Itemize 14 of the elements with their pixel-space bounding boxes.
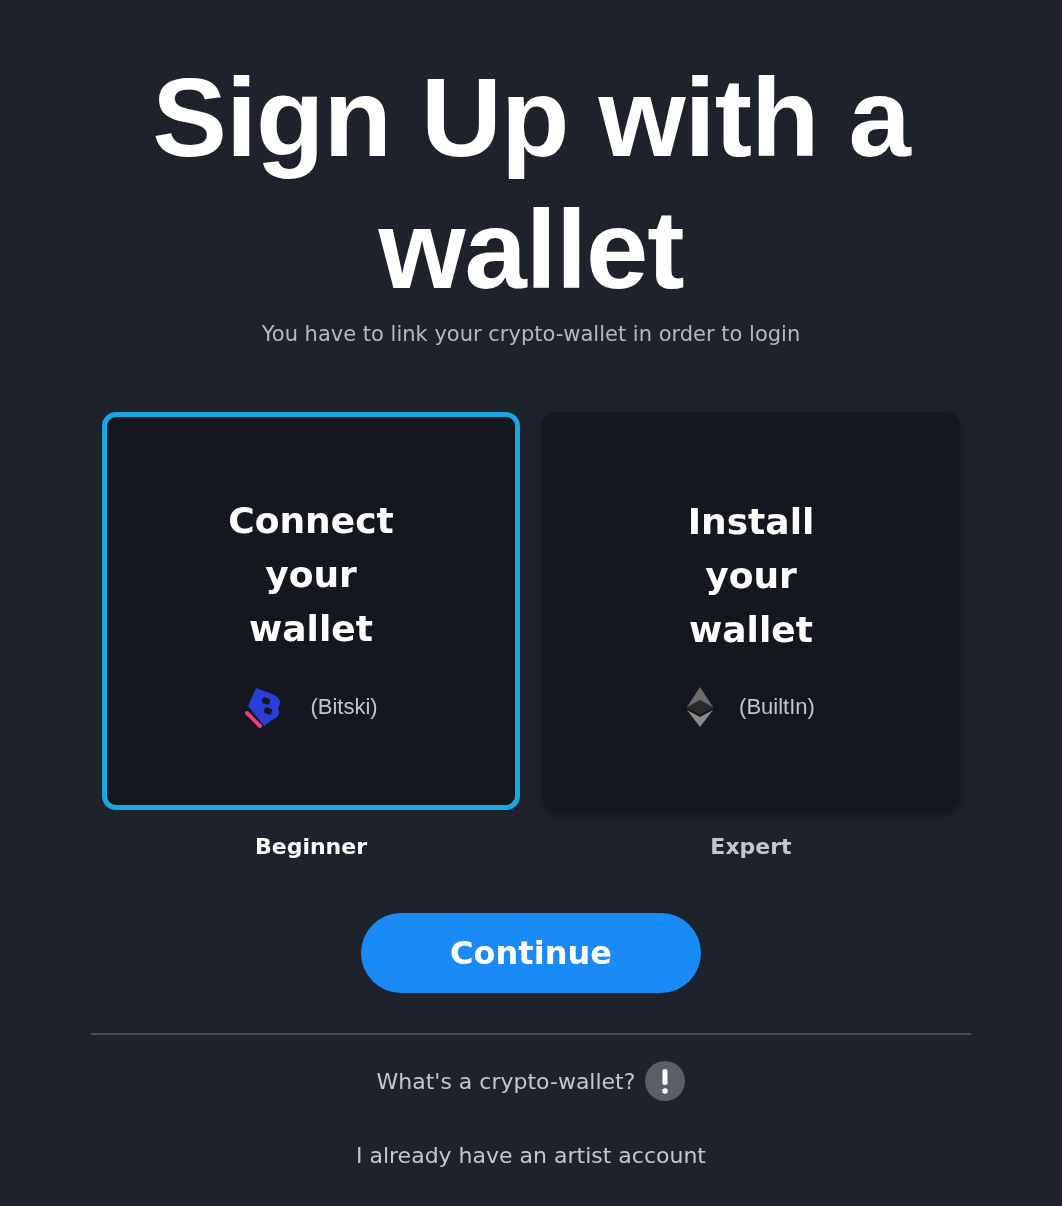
provider-label: (Bitski) xyxy=(310,694,378,720)
wallet-option-card[interactable]: Connect your wallet (Bitski) xyxy=(102,412,520,810)
help-link[interactable]: What's a crypto-wallet? xyxy=(376,1068,636,1094)
ethereum-logo-icon xyxy=(687,687,714,727)
wallet-option-card[interactable]: Install your wallet (BuiltIn) xyxy=(542,412,960,810)
option-title: Install your wallet xyxy=(686,500,816,652)
artist-account-link[interactable]: I already have an artist account xyxy=(356,1143,706,1168)
level-label: Beginner xyxy=(254,834,368,859)
level-label: Expert xyxy=(710,834,792,859)
page-title: Sign Up with a wallet xyxy=(151,54,912,314)
option-title: Connect your wallet xyxy=(227,499,395,651)
provider-label: (BuiltIn) xyxy=(739,694,815,720)
subtitle: You have to link your crypto-wallet in order to login xyxy=(261,322,801,346)
alert-icon xyxy=(645,1061,686,1101)
